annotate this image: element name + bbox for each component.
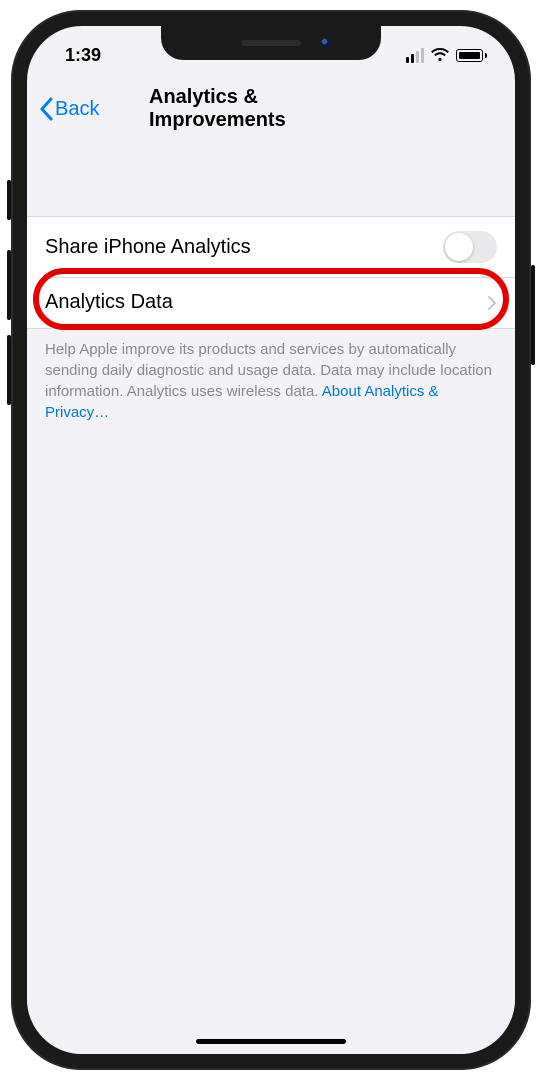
- phone-frame: 1:39 Back: [11, 10, 531, 1070]
- side-button: [531, 265, 535, 365]
- screen: 1:39 Back: [27, 26, 515, 1054]
- analytics-data-row[interactable]: Analytics Data: [27, 277, 515, 328]
- share-iphone-analytics-row[interactable]: Share iPhone Analytics: [27, 217, 515, 277]
- row-label: Analytics Data: [45, 291, 487, 314]
- chevron-right-icon: [487, 295, 497, 311]
- status-right-icons: [406, 48, 487, 63]
- toggle-knob: [445, 233, 473, 261]
- back-label: Back: [55, 98, 99, 121]
- status-time: 1:39: [65, 45, 101, 66]
- wifi-icon: [430, 48, 450, 62]
- settings-group: Share iPhone Analytics Analytics Data: [27, 216, 515, 329]
- nav-header: Back Analytics & Improvements: [27, 81, 515, 137]
- home-indicator[interactable]: [196, 1039, 346, 1044]
- side-button: [7, 335, 11, 405]
- side-button: [7, 180, 11, 220]
- content-area: Share iPhone Analytics Analytics Data He…: [27, 176, 515, 1054]
- cellular-icon: [406, 48, 424, 63]
- notch: [161, 26, 381, 60]
- speaker-slot: [241, 40, 301, 46]
- row-label: Share iPhone Analytics: [45, 236, 443, 259]
- front-camera: [321, 38, 331, 48]
- battery-icon: [456, 49, 487, 62]
- page-title: Analytics & Improvements: [149, 86, 393, 132]
- footer-help-text: Help Apple improve its products and serv…: [27, 329, 515, 423]
- side-button: [7, 250, 11, 320]
- back-button[interactable]: Back: [39, 97, 99, 121]
- share-analytics-toggle[interactable]: [443, 231, 497, 263]
- chevron-left-icon: [39, 97, 53, 121]
